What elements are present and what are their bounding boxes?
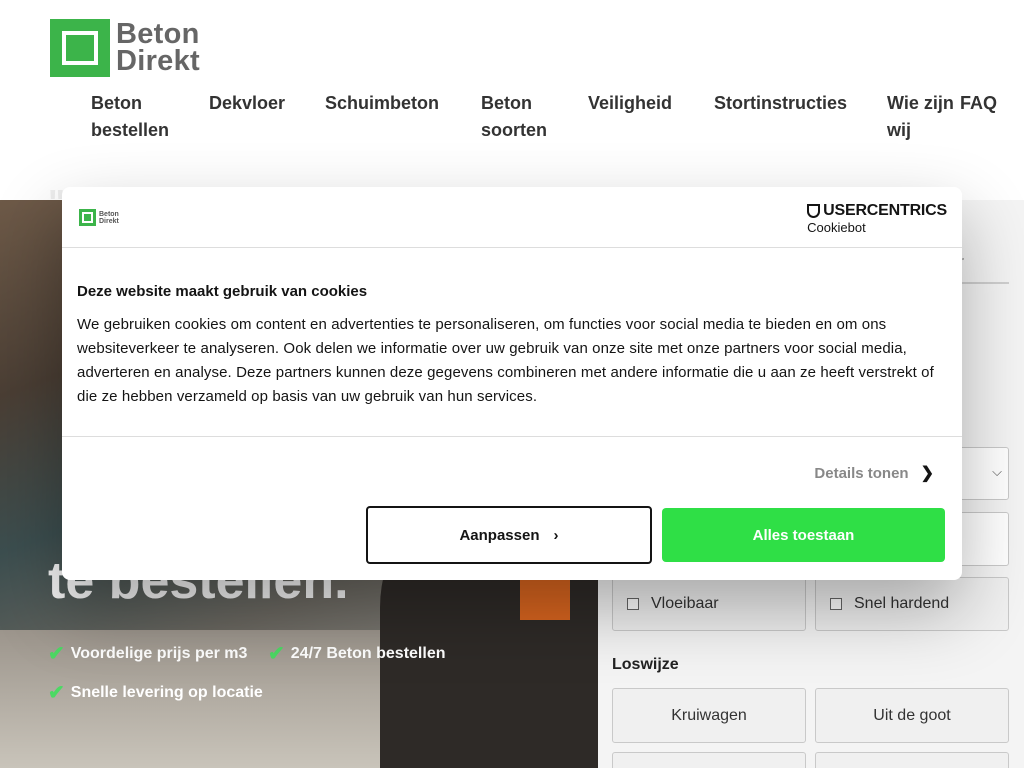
logo-line2: Direkt <box>99 217 119 225</box>
usp-item: ✔ Voordelige prijs per m3 <box>48 641 247 666</box>
logo-line1: Beton <box>116 18 200 50</box>
provider-product: Cookiebot <box>807 220 866 235</box>
customize-label: Aanpassen <box>459 526 540 544</box>
check-icon: ✔ <box>268 643 285 665</box>
check-icon: ✔ <box>48 643 65 665</box>
checkbox-icon <box>830 598 842 610</box>
chevron-right-icon: › <box>553 526 559 544</box>
option-kruiwagen[interactable]: Kruiwagen <box>612 688 806 743</box>
logo-line2: Direkt <box>116 45 200 77</box>
nav-item-schuimbeton[interactable]: Schuimbeton <box>325 90 481 144</box>
logo-icon <box>50 19 110 77</box>
site-logo[interactable]: Beton Direkt <box>50 19 200 77</box>
option-label: Vloeibaar <box>651 595 719 612</box>
usp-label: Voordelige prijs per m3 <box>70 644 248 662</box>
nav-item-beton-soorten[interactable]: Beton soorten <box>481 90 588 144</box>
option-snel-hardend[interactable]: Snel hardend <box>815 577 1009 631</box>
customize-button[interactable]: Aanpassen › <box>366 506 652 564</box>
nav-item-veiligheid[interactable]: Veiligheid <box>588 90 714 144</box>
cookie-dialog-body: Deze website maakt gebruik van cookies W… <box>77 283 947 409</box>
chevron-right-icon: ❯ <box>920 465 934 482</box>
chevron-down-icon: ⌵ <box>992 464 1002 479</box>
cookie-text: We gebruiken cookies om content en adver… <box>77 316 934 405</box>
cookie-title: Deze website maakt gebruik van cookies <box>77 283 368 300</box>
shield-icon <box>807 204 821 218</box>
nav-item-wie-zijn-wij[interactable]: Wie zijn wij <box>887 90 960 144</box>
option-vloeibaar[interactable]: Vloeibaar <box>612 577 806 631</box>
option-label: Snel hardend <box>854 595 950 612</box>
option-button[interactable] <box>612 752 806 768</box>
usp-item: ✔ 24/7 Beton bestellen <box>268 641 445 666</box>
cookiebot-logo[interactable]: USERCENTRICS Cookiebot <box>807 202 947 235</box>
check-icon: ✔ <box>48 682 65 704</box>
details-toggle[interactable]: Details tonen ❯ <box>814 463 934 483</box>
cookie-site-logo: Beton Direkt <box>79 209 119 226</box>
nav-item-beton-bestellen[interactable]: Beton bestellen <box>91 90 209 144</box>
checkbox-icon <box>627 598 639 610</box>
cookie-dialog: Beton Direkt USERCENTRICS Cookiebot Deze… <box>62 187 962 580</box>
usp-label: Snelle levering op locatie <box>70 683 263 701</box>
option-uit-de-goot[interactable]: Uit de goot <box>815 688 1009 743</box>
details-label: Details tonen <box>814 464 909 482</box>
option-button[interactable] <box>815 752 1009 768</box>
site-header: Beton Direkt Beton bestellen Dekvloer Sc… <box>0 0 1024 200</box>
logo-icon <box>79 209 96 226</box>
loswijze-label: Loswijze <box>612 656 679 673</box>
provider-name: USERCENTRICS <box>823 202 947 219</box>
divider <box>62 436 962 437</box>
main-nav: Beton bestellen Dekvloer Schuimbeton Bet… <box>91 90 1000 144</box>
usp-label: 24/7 Beton bestellen <box>290 644 446 662</box>
cookie-dialog-header: Beton Direkt USERCENTRICS Cookiebot <box>62 187 962 248</box>
nav-item-faq[interactable]: FAQ <box>960 90 1000 144</box>
allow-all-button[interactable]: Alles toestaan <box>662 508 945 562</box>
usp-item: ✔ Snelle levering op locatie <box>48 680 263 705</box>
nav-item-stortinstructies[interactable]: Stortinstructies <box>714 90 887 144</box>
nav-item-dekvloer[interactable]: Dekvloer <box>209 90 325 144</box>
logo-line1: Beton <box>99 210 119 218</box>
